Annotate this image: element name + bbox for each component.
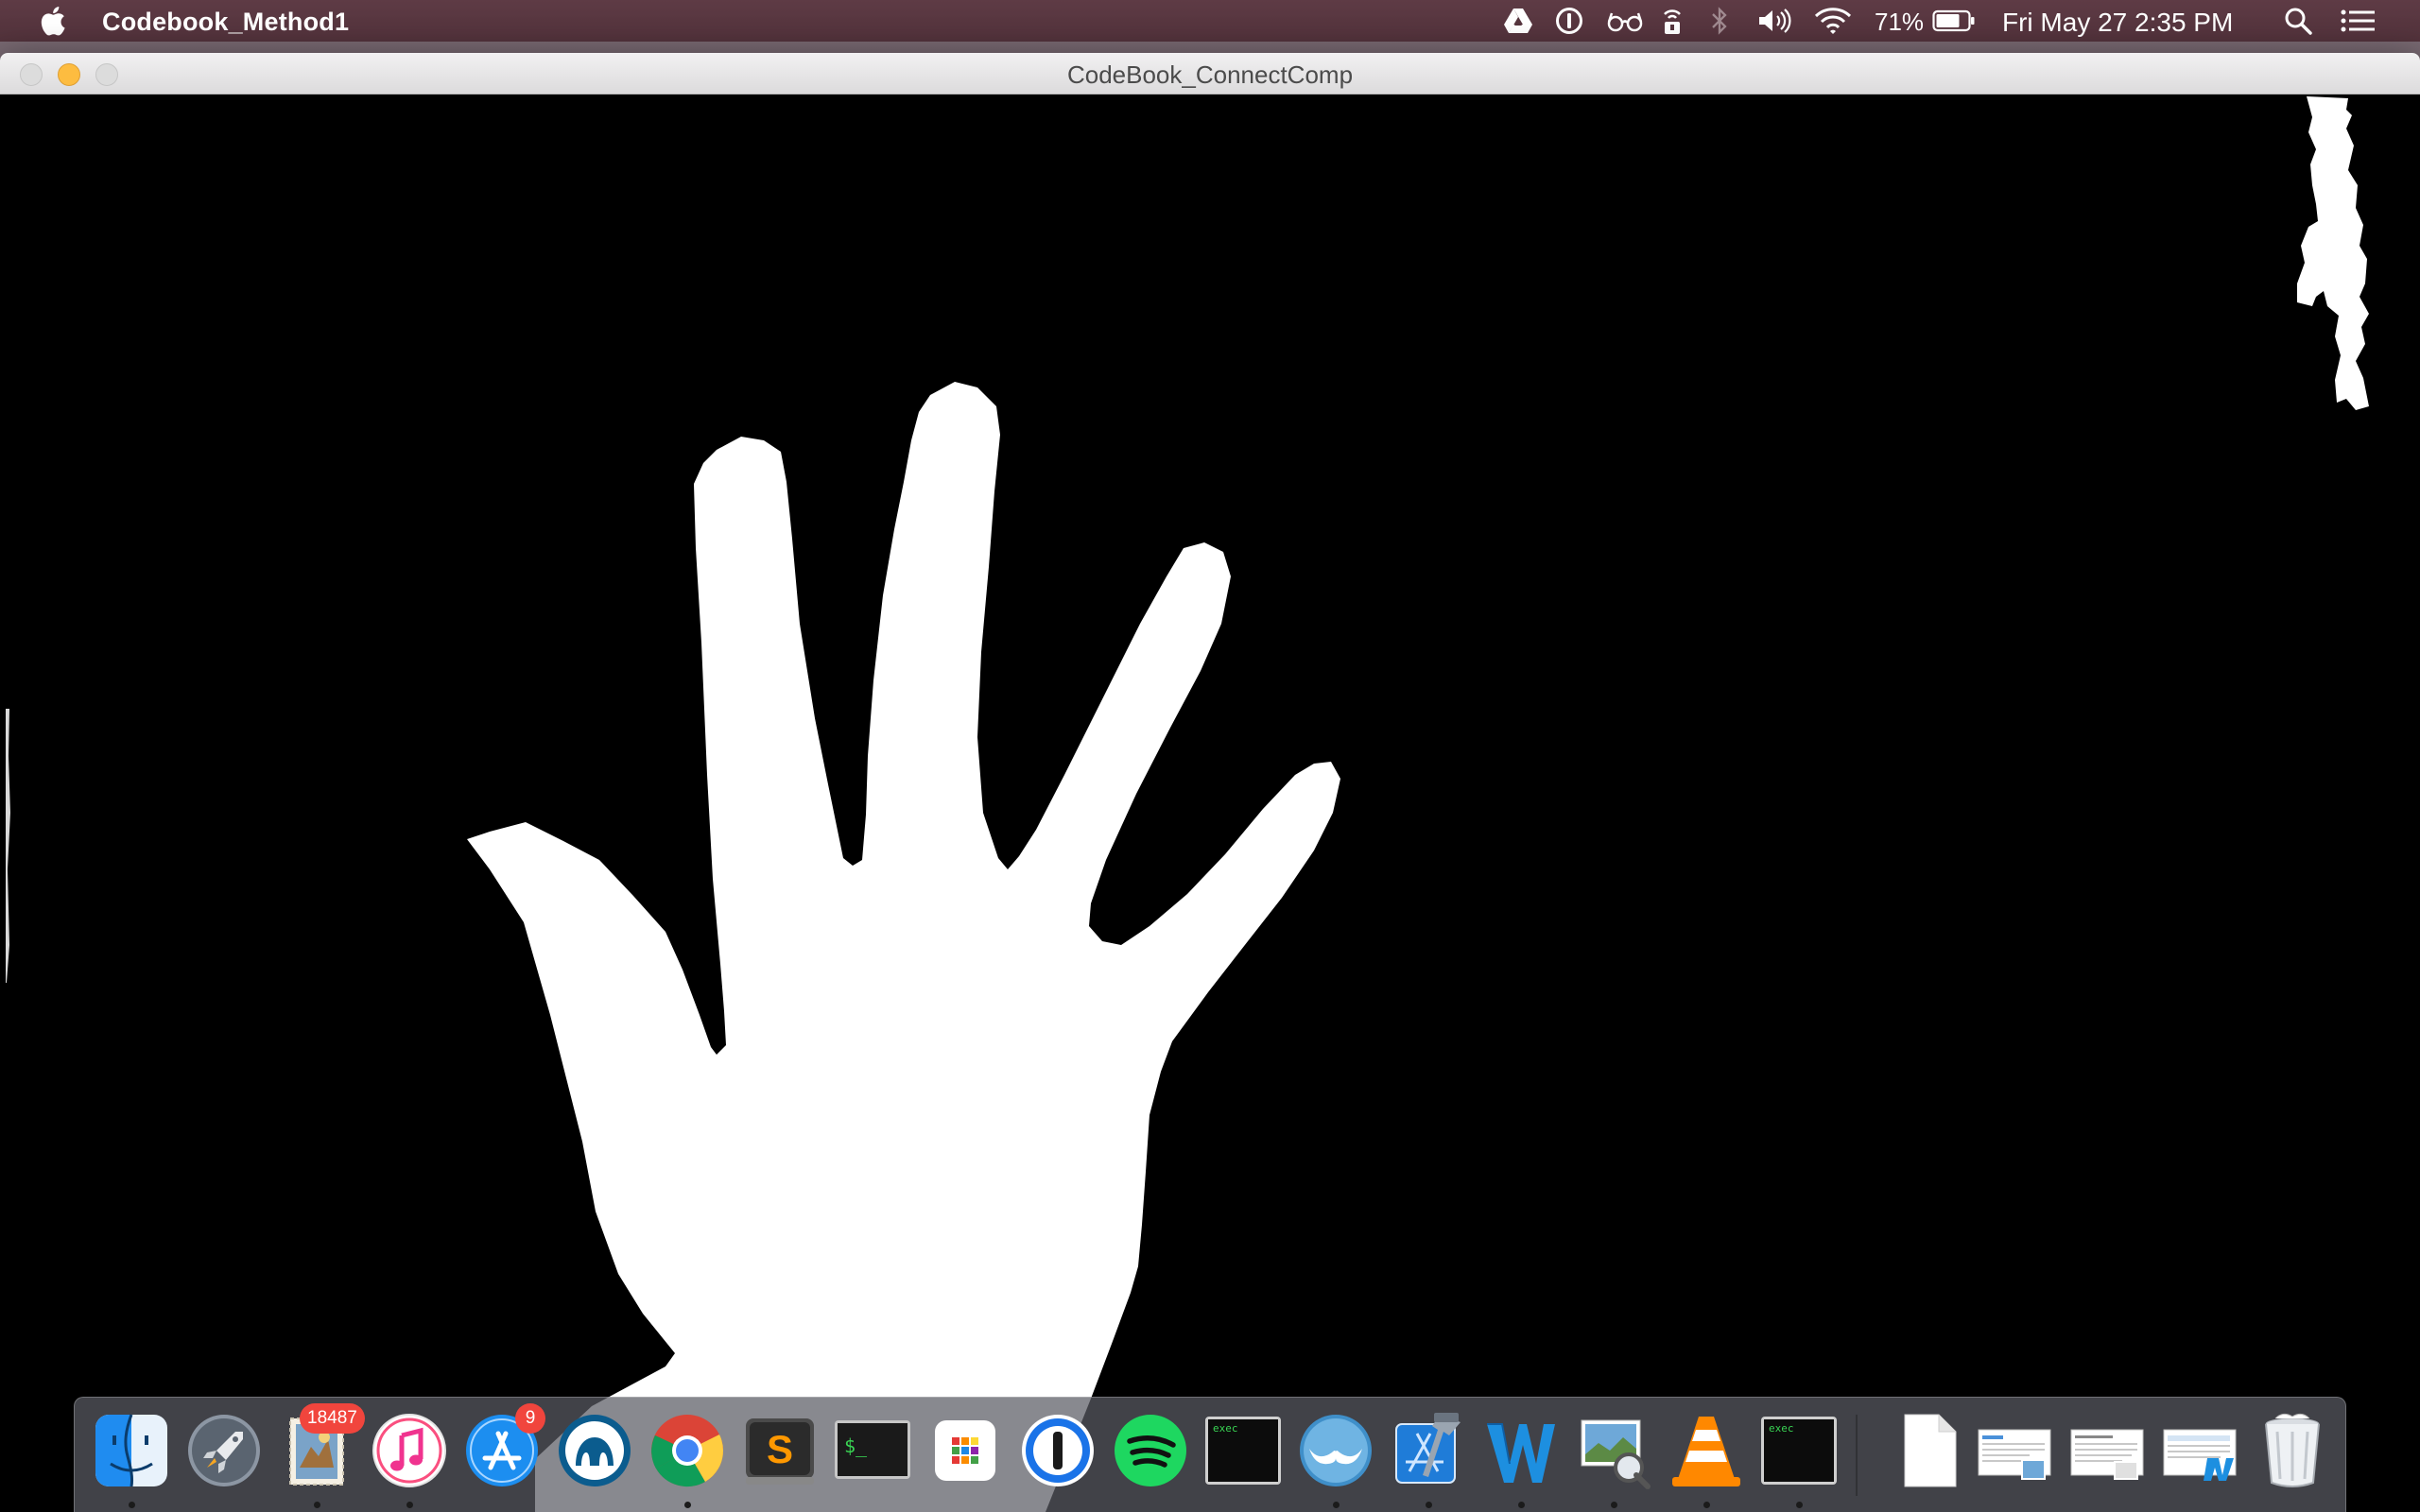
dock-item-spotify[interactable] — [1111, 1411, 1190, 1490]
grid-icon — [935, 1420, 995, 1481]
battery-percentage[interactable]: 71% — [1875, 8, 1924, 37]
spotlight-search-icon[interactable] — [2282, 6, 2314, 36]
dock-item-mustache-app[interactable] — [1296, 1411, 1375, 1490]
exec-terminal-icon: exec — [1205, 1417, 1281, 1485]
exec-label: exec — [1213, 1422, 1238, 1435]
app-window: CodeBook_ConnectComp — [0, 53, 2420, 1512]
dock-item-downloads-stack-1[interactable] — [1975, 1411, 2054, 1490]
vlc-cone-icon — [1672, 1417, 1740, 1486]
running-indicator-dot — [313, 1502, 320, 1508]
svg-text:$_: $_ — [844, 1435, 868, 1457]
volume-icon[interactable] — [1756, 6, 1794, 36]
document-stack-icon — [1978, 1429, 2051, 1480]
dolphin-icon — [559, 1415, 631, 1486]
running-indicator-dot — [128, 1502, 135, 1508]
running-indicator-dot — [1703, 1502, 1710, 1508]
mustache-icon — [1300, 1415, 1372, 1486]
1password-icon[interactable] — [1554, 6, 1584, 36]
trash-icon — [2265, 1413, 2320, 1487]
noise-blob — [2297, 96, 2369, 410]
wifi-hotspot-icon[interactable] — [1658, 6, 1686, 36]
dock-item-downloads-stack-3[interactable] — [2160, 1411, 2239, 1490]
document-stack-icon — [2163, 1429, 2237, 1481]
dock-item-sublime-text[interactable]: S — [740, 1411, 820, 1490]
battery-icon[interactable] — [1932, 6, 1976, 36]
hand-silhouette — [467, 382, 1340, 1512]
wifi-icon[interactable] — [1813, 6, 1853, 36]
rocket-icon — [188, 1415, 260, 1486]
dock-item-mail[interactable]: 18487 — [277, 1403, 365, 1490]
dock-item-preview[interactable] — [1574, 1411, 1653, 1490]
mail-unread-badge: 18487 — [300, 1403, 365, 1434]
window-title: CodeBook_ConnectComp — [1066, 60, 1354, 89]
svg-text:S: S — [767, 1427, 793, 1471]
running-indicator-dot — [1425, 1502, 1432, 1508]
spotify-icon — [1115, 1415, 1186, 1486]
running-indicator-dot — [1517, 1502, 1525, 1508]
exec-label: exec — [1769, 1422, 1794, 1435]
terminal-icon: $_ — [835, 1420, 910, 1479]
dock-item-exec-1[interactable]: exec — [1203, 1411, 1283, 1490]
blank-document-icon — [1904, 1414, 1957, 1487]
chrome-icon — [651, 1415, 724, 1487]
bluetooth-icon[interactable] — [1707, 6, 1732, 36]
finder-icon — [95, 1414, 167, 1487]
menu-bar: Codebook_Method1 71% Fri May 27 2:35 PM — [0, 0, 2420, 42]
dock-item-exec-2[interactable]: exec — [1759, 1411, 1839, 1490]
running-indicator-dot — [1332, 1502, 1340, 1508]
music-note-icon — [372, 1414, 446, 1487]
window-titlebar[interactable]: CodeBook_ConnectComp — [0, 53, 2420, 94]
dock-item-mysql-workbench[interactable] — [555, 1411, 634, 1490]
running-indicator-dot — [683, 1502, 691, 1508]
google-drive-icon[interactable] — [1503, 6, 1533, 36]
foreground-mask-image — [6, 96, 2369, 1512]
dock-item-chrome[interactable] — [648, 1411, 727, 1490]
preview-icon — [1581, 1419, 1651, 1489]
dock-item-finder[interactable] — [92, 1411, 171, 1490]
xcode-icon — [1395, 1413, 1461, 1484]
dock-item-itunes[interactable] — [370, 1411, 449, 1490]
dock-item-trash[interactable] — [2253, 1411, 2332, 1490]
dock-item-grid-app[interactable] — [925, 1411, 1005, 1490]
word-w-icon — [1487, 1423, 1555, 1483]
dock: 18487 9 S $_ exec exec — [74, 1397, 2346, 1512]
apple-menu-icon[interactable] — [38, 6, 66, 36]
dock-item-app-store[interactable]: 9 — [462, 1403, 545, 1490]
dock-separator — [1856, 1415, 1858, 1496]
dock-item-downloads-stack-2[interactable] — [2067, 1411, 2147, 1490]
menubar-clock[interactable]: Fri May 27 2:35 PM — [2002, 8, 2233, 38]
dock-item-launchpad[interactable] — [184, 1411, 264, 1490]
dock-item-vlc[interactable] — [1667, 1411, 1746, 1490]
sublime-icon: S — [746, 1418, 814, 1485]
notification-center-icon[interactable] — [2339, 6, 2377, 36]
mask-canvas — [6, 94, 2414, 1512]
exec-terminal-icon: exec — [1761, 1417, 1837, 1485]
keyhole-icon — [1022, 1415, 1094, 1486]
document-stack-icon — [2070, 1429, 2144, 1480]
dock-item-terminal[interactable]: $_ — [833, 1411, 912, 1490]
app-store-updates-badge: 9 — [515, 1403, 545, 1434]
glasses-icon[interactable] — [1605, 6, 1645, 36]
running-indicator-dot — [406, 1502, 413, 1508]
edge-noise — [6, 709, 10, 983]
running-indicator-dot — [1795, 1502, 1803, 1508]
dock-item-word[interactable] — [1481, 1411, 1561, 1490]
active-app-name[interactable]: Codebook_Method1 — [102, 8, 349, 37]
dock-item-xcode[interactable] — [1389, 1411, 1468, 1490]
dock-item-1password[interactable] — [1018, 1411, 1098, 1490]
dock-item-document[interactable] — [1890, 1411, 1969, 1490]
running-indicator-dot — [1610, 1502, 1617, 1508]
